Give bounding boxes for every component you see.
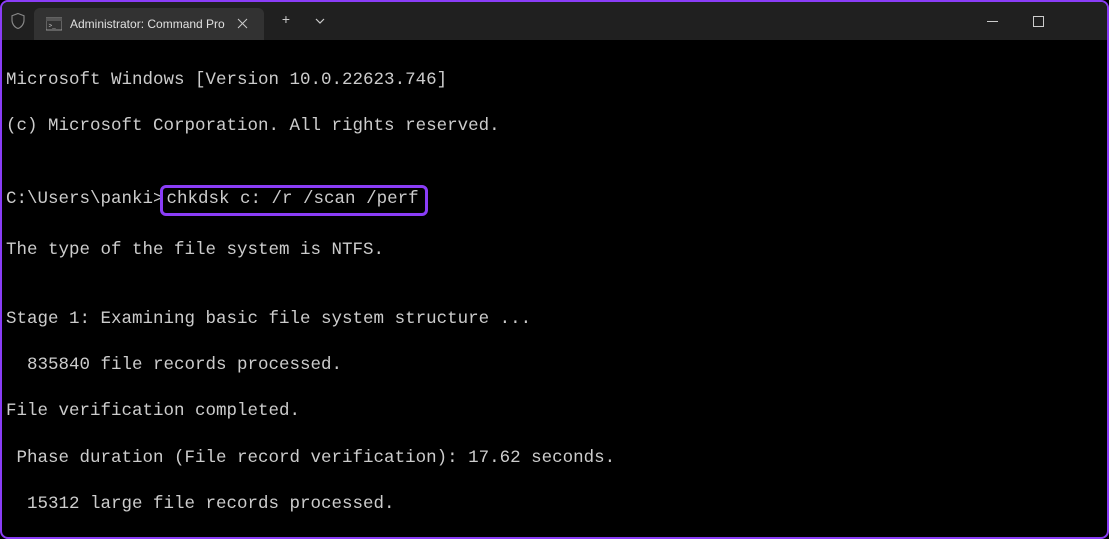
minimize-button[interactable]	[969, 5, 1015, 37]
command-highlight: chkdsk c: /r /scan /perf	[160, 185, 428, 216]
output-line: 15312 large file records processed.	[6, 493, 1101, 516]
window-titlebar: >_ Administrator: Command Pro +	[2, 2, 1107, 40]
output-line: Stage 1: Examining basic file system str…	[6, 308, 1101, 331]
tab-dropdown-button[interactable]	[304, 7, 336, 35]
output-line: Microsoft Windows [Version 10.0.22623.74…	[6, 69, 1101, 92]
output-line: Phase duration (File record verification…	[6, 447, 1101, 470]
maximize-button[interactable]	[1015, 5, 1061, 37]
output-line: (c) Microsoft Corporation. All rights re…	[6, 115, 1101, 138]
prompt-prefix: C:\Users\panki>	[6, 189, 164, 209]
close-tab-button[interactable]	[233, 16, 252, 32]
output-line: 835840 file records processed.	[6, 354, 1101, 377]
terminal-tab[interactable]: >_ Administrator: Command Pro	[34, 8, 264, 40]
new-tab-button[interactable]: +	[270, 7, 302, 35]
output-line: File verification completed.	[6, 400, 1101, 423]
tab-title: Administrator: Command Pro	[70, 17, 225, 31]
output-line: The type of the file system is NTFS.	[6, 239, 1101, 262]
terminal-content[interactable]: Microsoft Windows [Version 10.0.22623.74…	[2, 40, 1107, 539]
shield-icon	[2, 12, 34, 30]
prompt-line: C:\Users\panki>chkdsk c: /r /scan /perf	[6, 185, 1101, 216]
window-controls	[969, 5, 1107, 37]
svg-text:>_: >_	[49, 23, 57, 30]
tab-actions: +	[270, 7, 336, 35]
cmd-icon: >_	[46, 16, 62, 32]
